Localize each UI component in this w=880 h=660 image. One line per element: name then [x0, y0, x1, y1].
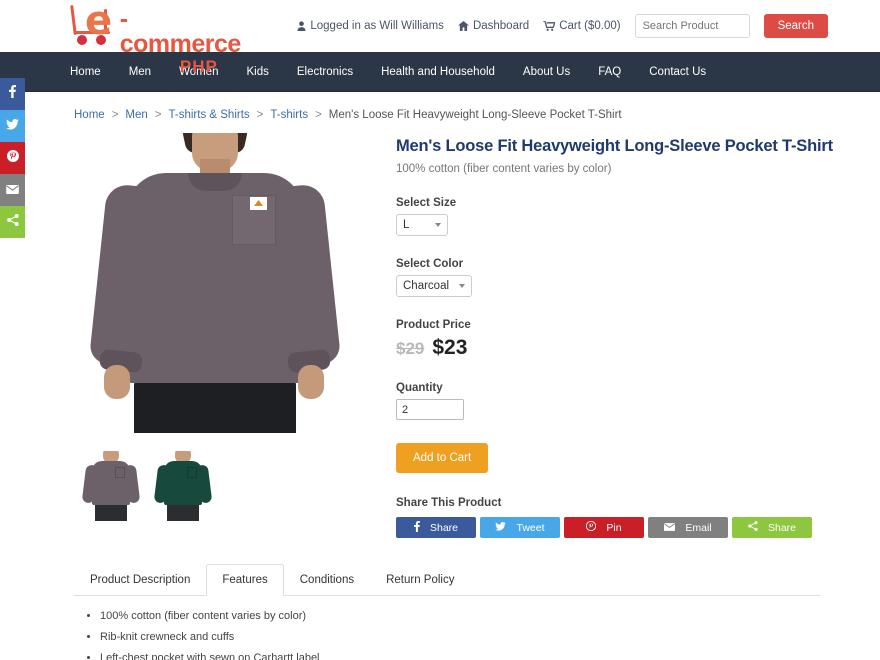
- tab-conditions[interactable]: Conditions: [284, 564, 370, 596]
- color-field: Select Color Charcoal: [396, 258, 836, 297]
- chevron-down-icon: [435, 223, 441, 227]
- nav-item-health-and-household[interactable]: Health and Household: [367, 66, 509, 78]
- tab-features[interactable]: Features: [206, 564, 284, 596]
- breadcrumb-separator: >: [256, 109, 264, 121]
- product-subtitle: 100% cotton (fiber content varies by col…: [396, 163, 612, 175]
- nav-item-contact-us[interactable]: Contact Us: [635, 66, 720, 78]
- share-twitter-button[interactable]: Tweet: [480, 517, 560, 538]
- product-title: Men's Loose Fit Heavyweight Long-Sleeve …: [396, 137, 833, 155]
- price-original: $29: [396, 339, 425, 358]
- product-thumbnail-list: [82, 451, 374, 521]
- dashboard-label: Dashboard: [472, 20, 530, 32]
- price-current: $23: [432, 336, 468, 359]
- product-thumbnail-charcoal[interactable]: [82, 451, 140, 521]
- breadcrumb-separator: >: [315, 109, 322, 121]
- price-label: Product Price: [396, 319, 471, 331]
- color-selected-value: Charcoal: [403, 280, 450, 292]
- rail-share-button[interactable]: [0, 206, 25, 238]
- breadcrumb-separator: >: [154, 109, 162, 121]
- quantity-label: Quantity: [396, 382, 443, 394]
- color-label: Select Color: [396, 258, 464, 270]
- size-label: Select Size: [396, 197, 457, 209]
- share-pinterest-button[interactable]: Pin: [564, 517, 644, 538]
- share-icon: [6, 213, 19, 231]
- facebook-icon: [9, 85, 16, 103]
- breadcrumb-current-product: Men's Loose Fit Heavyweight Long-Sleeve …: [328, 109, 622, 121]
- logo-letter-e: e: [85, 0, 113, 44]
- rail-email-button[interactable]: [0, 174, 25, 206]
- breadcrumb-item-home[interactable]: Home: [74, 109, 105, 121]
- site-header: e -commerce PHP Logged in as Will Willia…: [0, 0, 880, 75]
- facebook-icon: [414, 520, 420, 535]
- dashboard-link[interactable]: Dashboard: [457, 20, 530, 32]
- product-main-image[interactable]: [74, 133, 352, 433]
- product-gallery: [74, 133, 374, 538]
- cart-icon: [543, 21, 556, 31]
- cart-link[interactable]: Cart ($0.00): [543, 20, 621, 32]
- pinterest-icon: [6, 149, 19, 167]
- home-icon: [457, 21, 469, 31]
- list-item: Left-chest pocket with sewn on Carhartt …: [100, 652, 880, 660]
- share-icon: [748, 521, 758, 534]
- twitter-icon: [6, 117, 19, 135]
- logo-php-text: PHP: [179, 57, 218, 76]
- chevron-down-icon: [459, 284, 465, 288]
- rail-twitter-button[interactable]: [0, 110, 25, 142]
- nav-item-electronics[interactable]: Electronics: [283, 66, 367, 78]
- breadcrumb-item-tshirts-and-shirts[interactable]: T-shirts & Shirts: [169, 109, 250, 121]
- cart-label: Cart ($0.00): [559, 20, 621, 32]
- product-thumbnail-green[interactable]: [154, 451, 212, 521]
- tab-return-policy[interactable]: Return Policy: [370, 564, 470, 596]
- size-selected-value: L: [403, 219, 410, 231]
- share-section-title: Share This Product: [396, 497, 502, 509]
- size-select[interactable]: L: [396, 214, 448, 236]
- breadcrumb-separator: >: [111, 109, 119, 121]
- product-info-tabs: Product Description Features Conditions …: [74, 564, 820, 596]
- share-email-label: Email: [685, 521, 712, 534]
- color-select[interactable]: Charcoal: [396, 275, 472, 297]
- header-utility-bar: Logged in as Will Williams Dashboard Car…: [297, 14, 828, 38]
- share-twitter-label: Tweet: [516, 521, 545, 534]
- search-input[interactable]: [634, 14, 750, 38]
- breadcrumb-item-men[interactable]: Men: [125, 109, 147, 121]
- twitter-icon: [495, 521, 507, 534]
- quantity-input[interactable]: [396, 399, 464, 420]
- list-item: Rib-knit crewneck and cuffs: [100, 631, 880, 645]
- product-photo-model: [74, 133, 352, 433]
- price-field: Product Price $29 $23: [396, 319, 836, 360]
- envelope-icon: [6, 181, 19, 199]
- nav-item-home[interactable]: Home: [56, 66, 115, 78]
- share-facebook-button[interactable]: Share: [396, 517, 476, 538]
- rail-facebook-button[interactable]: [0, 78, 25, 110]
- nav-item-about-us[interactable]: About Us: [509, 66, 584, 78]
- share-generic-button[interactable]: Share: [732, 517, 812, 538]
- size-field: Select Size L: [396, 197, 836, 236]
- share-button-row: Share Tweet Pin Email Share: [396, 517, 836, 538]
- breadcrumb-item-tshirts[interactable]: T-shirts: [270, 109, 308, 121]
- social-share-rail: [0, 78, 25, 238]
- share-facebook-label: Share: [429, 521, 459, 534]
- features-list: 100% cotton (fiber content varies by col…: [0, 610, 880, 660]
- quantity-field: Quantity: [396, 382, 836, 420]
- share-email-button[interactable]: Email: [648, 517, 728, 538]
- product-details: Men's Loose Fit Heavyweight Long-Sleeve …: [396, 133, 836, 538]
- share-generic-label: Share: [767, 521, 797, 534]
- breadcrumb: Home > Men > T-shirts & Shirts > T-shirt…: [0, 92, 880, 121]
- user-icon: [297, 21, 306, 31]
- share-pinterest-label: Pin: [606, 521, 622, 534]
- product-section: Men's Loose Fit Heavyweight Long-Sleeve …: [0, 121, 880, 538]
- search-button[interactable]: Search: [763, 14, 828, 38]
- add-to-cart-button[interactable]: Add to Cart: [396, 443, 489, 473]
- site-logo[interactable]: e -commerce PHP: [68, 0, 248, 75]
- tab-product-description[interactable]: Product Description: [74, 564, 206, 596]
- account-link[interactable]: Logged in as Will Williams: [297, 20, 444, 32]
- account-label: Logged in as Will Williams: [310, 20, 444, 32]
- nav-item-faq[interactable]: FAQ: [584, 66, 635, 78]
- rail-pinterest-button[interactable]: [0, 142, 25, 174]
- envelope-icon: [664, 522, 676, 534]
- logo-commerce-text: -commerce: [119, 5, 242, 58]
- pinterest-icon: [586, 520, 597, 534]
- list-item: 100% cotton (fiber content varies by col…: [100, 610, 880, 624]
